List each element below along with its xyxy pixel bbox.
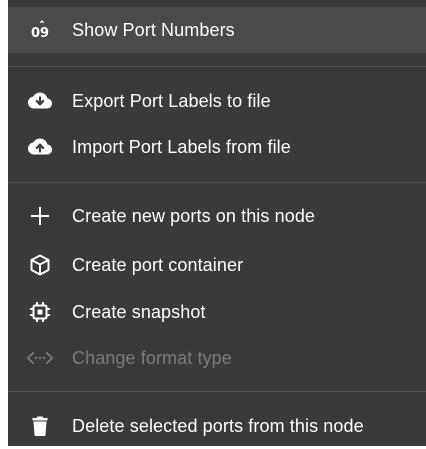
- menu-item-create-snapshot[interactable]: Create snapshot: [8, 289, 426, 335]
- trash-icon: [26, 412, 54, 440]
- menu-item-label: Delete selected ports from this node: [72, 416, 364, 436]
- menu-item-label: Create port container: [72, 255, 244, 275]
- menu-item-create-port-container[interactable]: Create port container: [8, 242, 426, 288]
- menu-item-change-format-type: Change format type: [8, 335, 426, 381]
- menu-item-create-new-ports[interactable]: Create new ports on this node: [8, 193, 426, 239]
- menu-item-label: Import Port Labels from file: [72, 137, 291, 157]
- menu-item-export-port-labels[interactable]: Export Port Labels to file: [8, 78, 426, 124]
- cloud-download-icon: [26, 87, 54, 115]
- cloud-upload-icon: [26, 133, 54, 161]
- menu-item-label: Create new ports on this node: [72, 206, 316, 226]
- port-numbers-icon: 09: [26, 16, 54, 44]
- menu-item-import-port-labels[interactable]: Import Port Labels from file: [8, 124, 426, 170]
- menu-item-label: Export Port Labels to file: [72, 91, 271, 111]
- menu-item-label: Create snapshot: [72, 302, 206, 322]
- menu-item-delete-selected-ports[interactable]: Delete selected ports from this node: [8, 403, 426, 449]
- menu-divider: [8, 391, 426, 392]
- chip-icon: [26, 298, 54, 326]
- plus-icon: [26, 202, 54, 230]
- cube-icon: [26, 251, 54, 279]
- menu-item-show-port-numbers[interactable]: 09 Show Port Numbers: [8, 7, 426, 53]
- context-menu: 09 Show Port Numbers Export Port Labels …: [8, 0, 426, 446]
- menu-divider: [8, 66, 426, 67]
- code-arrows-icon: [26, 344, 54, 372]
- menu-divider: [8, 182, 426, 183]
- menu-item-label: Show Port Numbers: [72, 20, 235, 40]
- menu-item-label: Change format type: [72, 348, 232, 368]
